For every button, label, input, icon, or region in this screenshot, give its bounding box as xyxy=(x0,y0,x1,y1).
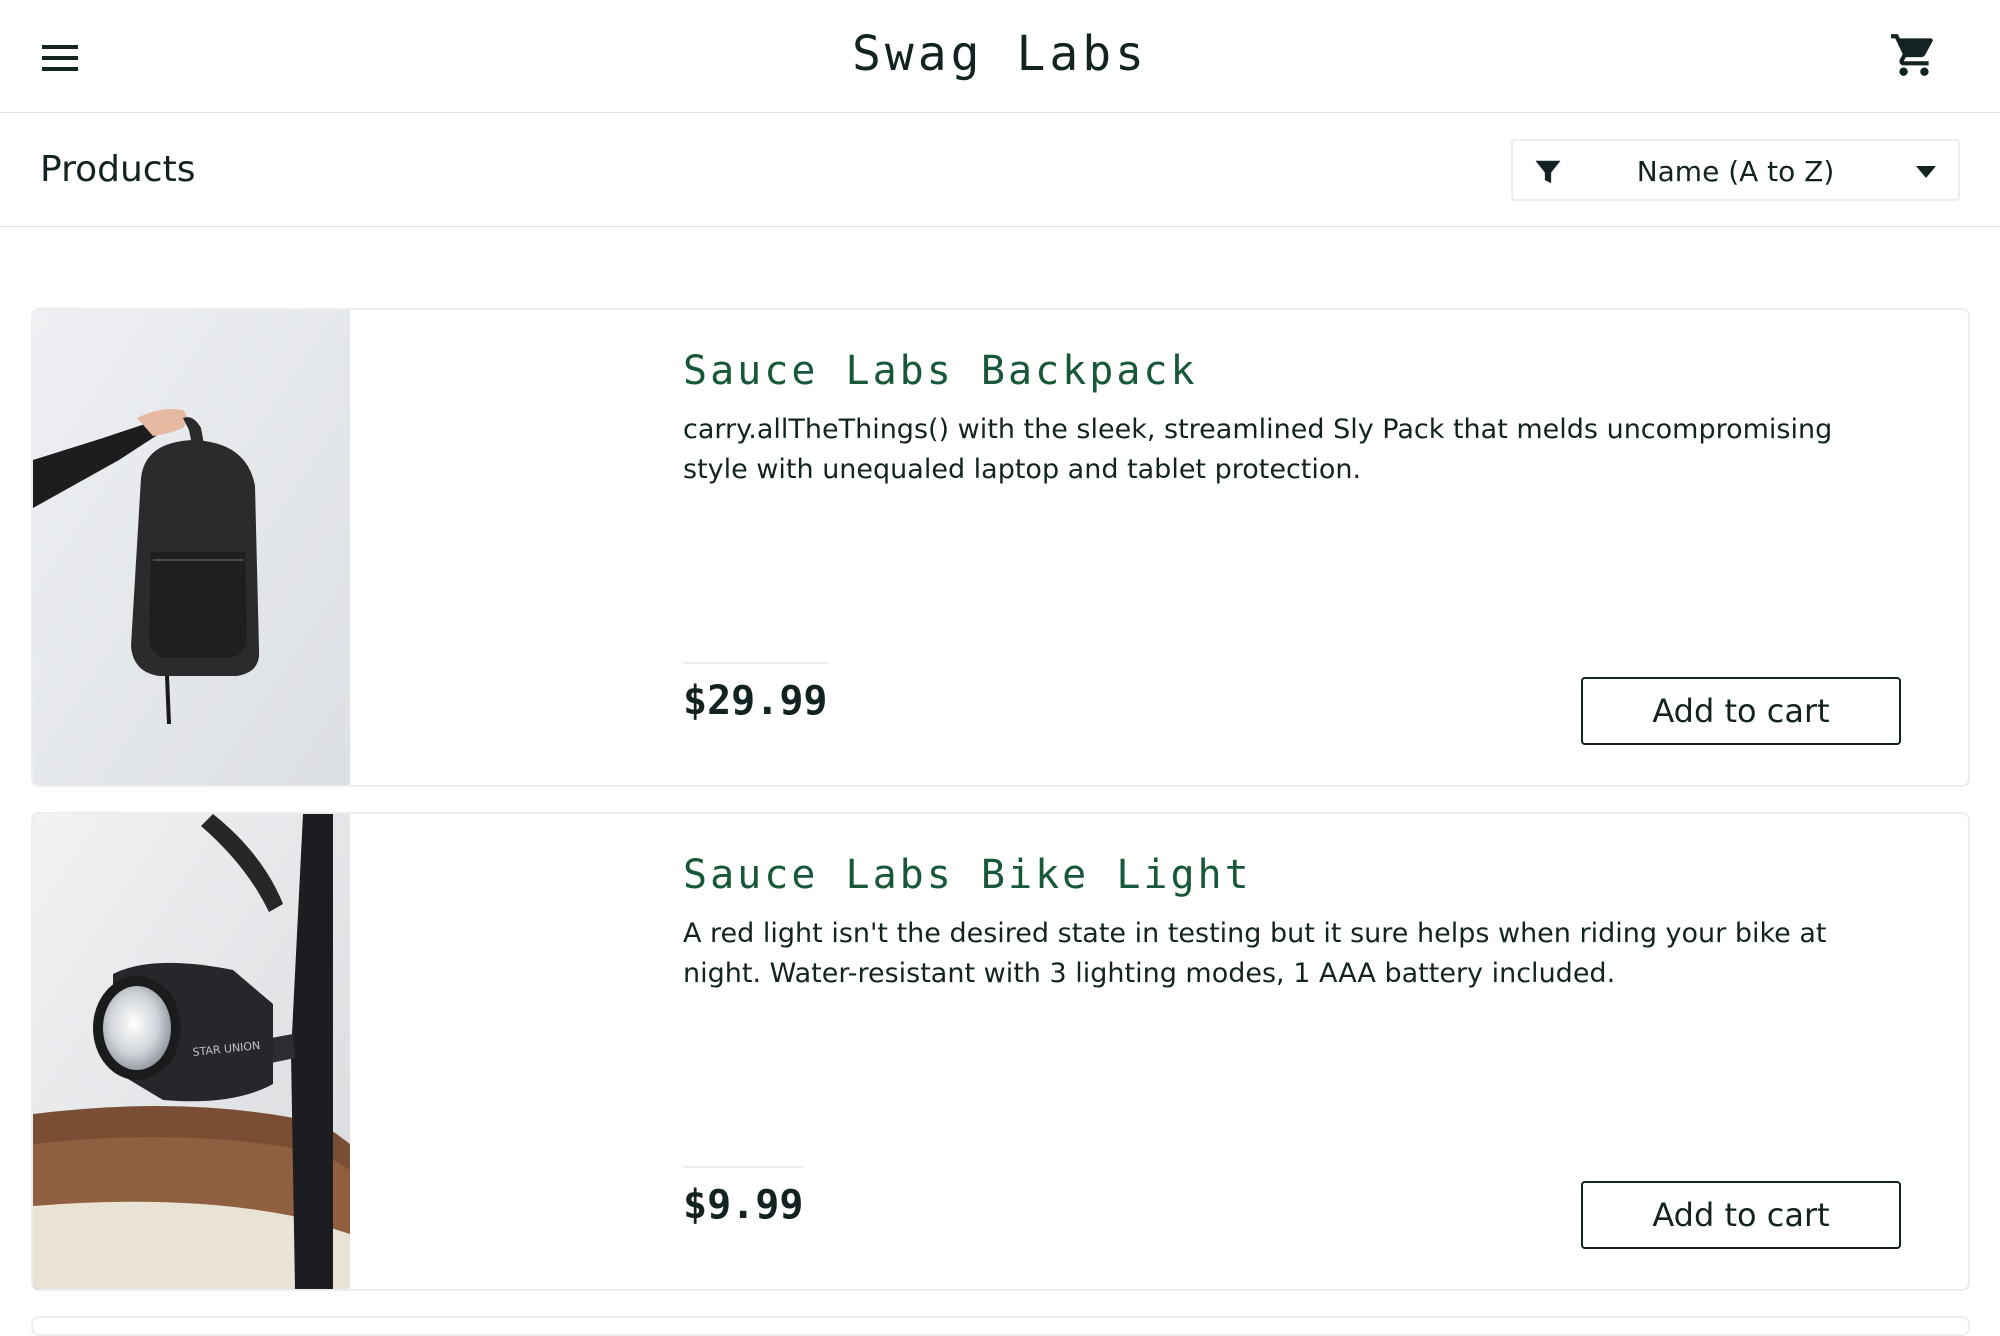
secondary-header: Products Name (A to Z) xyxy=(0,113,2000,227)
item-description: carry.allTheThings() with the sleek, str… xyxy=(683,414,1833,485)
product-image-backpack[interactable] xyxy=(33,310,350,785)
bike-light-photo: STAR UNION xyxy=(33,814,350,1289)
page-title: Products xyxy=(40,149,196,190)
item-name-link[interactable]: Sauce Labs Bike Light xyxy=(683,852,1252,898)
shopping-cart-link[interactable] xyxy=(1884,28,1944,82)
item-description: A red light isn't the desired state in t… xyxy=(683,918,1827,989)
inventory-item: Sauce Labs Backpack carry.allTheThings()… xyxy=(31,308,1970,787)
sort-selected-value: Name (A to Z) xyxy=(1636,155,1835,188)
primary-header: Swag Labs xyxy=(0,0,2000,113)
backpack-photo xyxy=(33,310,350,785)
add-to-cart-button[interactable]: Add to cart xyxy=(1581,1181,1901,1249)
inventory-item: STAR UNION Sauce Labs Bike Light A red l… xyxy=(31,812,1970,1291)
caret-down-icon xyxy=(1916,166,1936,178)
filter-funnel-icon xyxy=(1535,160,1561,184)
inventory-list: Sauce Labs Backpack carry.allTheThings()… xyxy=(31,308,1970,1316)
product-image-bike-light[interactable]: STAR UNION xyxy=(33,814,350,1289)
add-to-cart-button[interactable]: Add to cart xyxy=(1581,677,1901,745)
item-price: $29.99 xyxy=(683,678,828,724)
item-name-link[interactable]: Sauce Labs Backpack xyxy=(683,348,1198,394)
shopping-cart-icon xyxy=(1891,34,1933,76)
item-price: $9.99 xyxy=(683,1182,804,1228)
inventory-item-partial xyxy=(31,1316,1970,1336)
product-sort-dropdown[interactable]: Name (A to Z) xyxy=(1511,139,1960,201)
price-divider xyxy=(683,662,828,664)
app-logo: Swag Labs xyxy=(851,26,1149,82)
price-divider xyxy=(683,1166,803,1168)
